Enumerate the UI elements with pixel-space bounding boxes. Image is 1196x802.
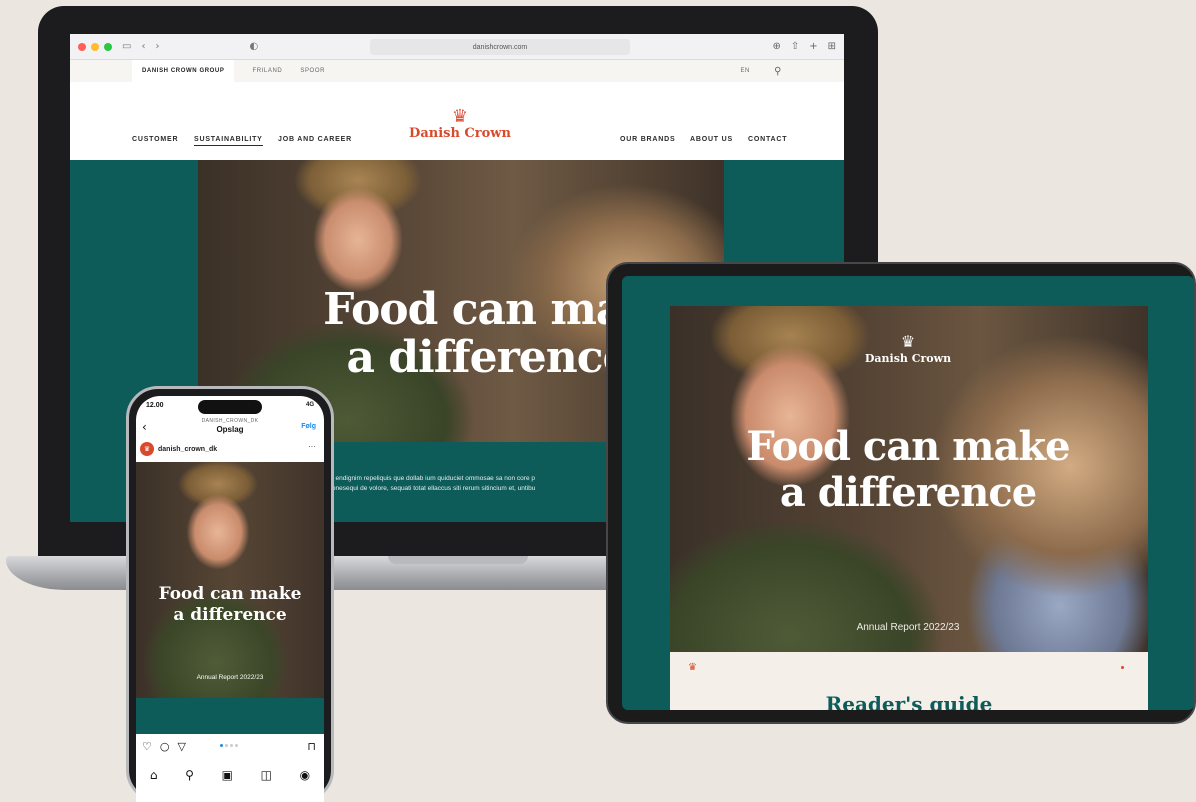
post-title-line-1: Food can make: [158, 584, 302, 604]
nav-item-about-us[interactable]: ABOUT US: [690, 136, 733, 143]
tablet-title-line-1: Food can make: [746, 423, 1070, 470]
reels-icon[interactable]: ▣: [222, 768, 233, 782]
forward-icon[interactable]: ›: [155, 41, 159, 52]
group-topbar: DANISH CROWN GROUP FRILAND SPOOR EN ⚲: [70, 60, 844, 82]
crown-icon: ♛: [688, 662, 697, 673]
minimize-window-button[interactable]: [91, 42, 99, 51]
bottom-tab-bar: ⌂ ⚲ ▣ ◫ ◉: [136, 768, 324, 782]
brand-name: Danish Crown: [409, 126, 511, 141]
search-icon[interactable]: ⚲: [774, 66, 782, 77]
browser-actions: ⊕ ⇧ + ⊞: [772, 41, 836, 52]
avatar[interactable]: ♛: [140, 442, 154, 456]
status-signal: 4G: [305, 402, 314, 408]
username[interactable]: danish_crown_dk: [158, 446, 217, 453]
post-subtitle: Annual Report 2022/23: [196, 674, 264, 681]
dynamic-island: [198, 400, 262, 414]
post-account-label: DANISH_CROWN_DK: [201, 418, 259, 424]
post-title: Food can make a difference: [136, 584, 324, 626]
topbar-link-friland[interactable]: FRILAND: [252, 68, 282, 74]
tablet-hero-title: Food can make a difference: [718, 424, 1098, 516]
home-icon[interactable]: ⌂: [150, 768, 158, 782]
browser-toolbar: ▭ ‹ › ◐ danishcrown.com ⊕ ⇧ + ⊞: [70, 34, 844, 60]
readers-guide-panel: ♛ Reader's guide: [670, 652, 1148, 710]
group-tab[interactable]: DANISH CROWN GROUP: [132, 60, 235, 82]
bookmark-icon[interactable]: ⊓: [307, 740, 316, 753]
topbar-link-spoor[interactable]: SPOOR: [300, 68, 325, 74]
post-heading: Opslag: [216, 425, 244, 434]
sidebar-icon[interactable]: ▭: [122, 41, 131, 52]
brand-logo[interactable]: ♛ Danish Crown: [408, 106, 512, 142]
comment-icon[interactable]: ○: [160, 740, 170, 753]
maximize-window-button[interactable]: [104, 42, 112, 51]
post-actions: ♡ ○ ▽: [142, 740, 186, 753]
tablet-subtitle: Annual Report 2022/23: [856, 622, 960, 633]
crown-icon: ♛: [900, 332, 916, 351]
post-teal-band: [136, 698, 324, 734]
heart-icon[interactable]: ♡: [142, 740, 152, 753]
carousel-dots: [220, 744, 238, 747]
tabs-icon[interactable]: ⊞: [828, 41, 836, 52]
window-controls: [78, 42, 112, 51]
back-icon[interactable]: ‹: [141, 41, 145, 52]
address-bar[interactable]: danishcrown.com: [370, 39, 630, 55]
share-icon[interactable]: ⇧: [791, 41, 799, 52]
tablet-title-line-2: a difference: [779, 469, 1037, 516]
url-text: danishcrown.com: [472, 43, 528, 51]
nav-item-our-brands[interactable]: OUR BRANDS: [620, 136, 675, 143]
nav-item-job-and-career[interactable]: JOB AND CAREER: [278, 136, 352, 143]
tablet-screen: ♛ Danish Crown Food can make a differenc…: [622, 276, 1194, 710]
menu-dot-icon[interactable]: [1121, 666, 1124, 669]
nav-item-contact[interactable]: CONTACT: [748, 136, 787, 143]
more-options-icon[interactable]: ···: [308, 442, 316, 451]
search-icon[interactable]: ⚲: [185, 768, 194, 782]
post-image[interactable]: [136, 462, 324, 698]
shop-icon[interactable]: ◫: [261, 768, 272, 782]
close-window-button[interactable]: [78, 42, 86, 51]
language-selector[interactable]: EN: [740, 68, 750, 74]
tablet-brand-name: Danish Crown: [864, 352, 952, 365]
send-icon[interactable]: ▽: [177, 740, 185, 753]
readers-guide-heading: Reader's guide: [825, 692, 993, 710]
nav-item-sustainability[interactable]: SUSTAINABILITY: [194, 136, 263, 146]
crown-icon: ♛: [451, 106, 469, 127]
download-icon[interactable]: ⊕: [772, 41, 780, 52]
follow-button[interactable]: Følg: [301, 423, 316, 430]
phone-screen: 12.00 4G ‹ DANISH_CROWN_DK Opslag Følg ♛…: [136, 396, 324, 802]
status-time: 12.00: [146, 402, 164, 409]
nav-item-customer[interactable]: CUSTOMER: [132, 136, 178, 143]
main-navigation: CUSTOMER SUSTAINABILITY JOB AND CAREER ♛…: [70, 82, 844, 160]
post-title-line-2: a difference: [173, 605, 287, 625]
new-tab-icon[interactable]: +: [809, 41, 817, 52]
shield-icon[interactable]: ◐: [249, 41, 258, 52]
laptop-notch: [388, 556, 528, 564]
profile-icon[interactable]: ◉: [300, 768, 310, 782]
